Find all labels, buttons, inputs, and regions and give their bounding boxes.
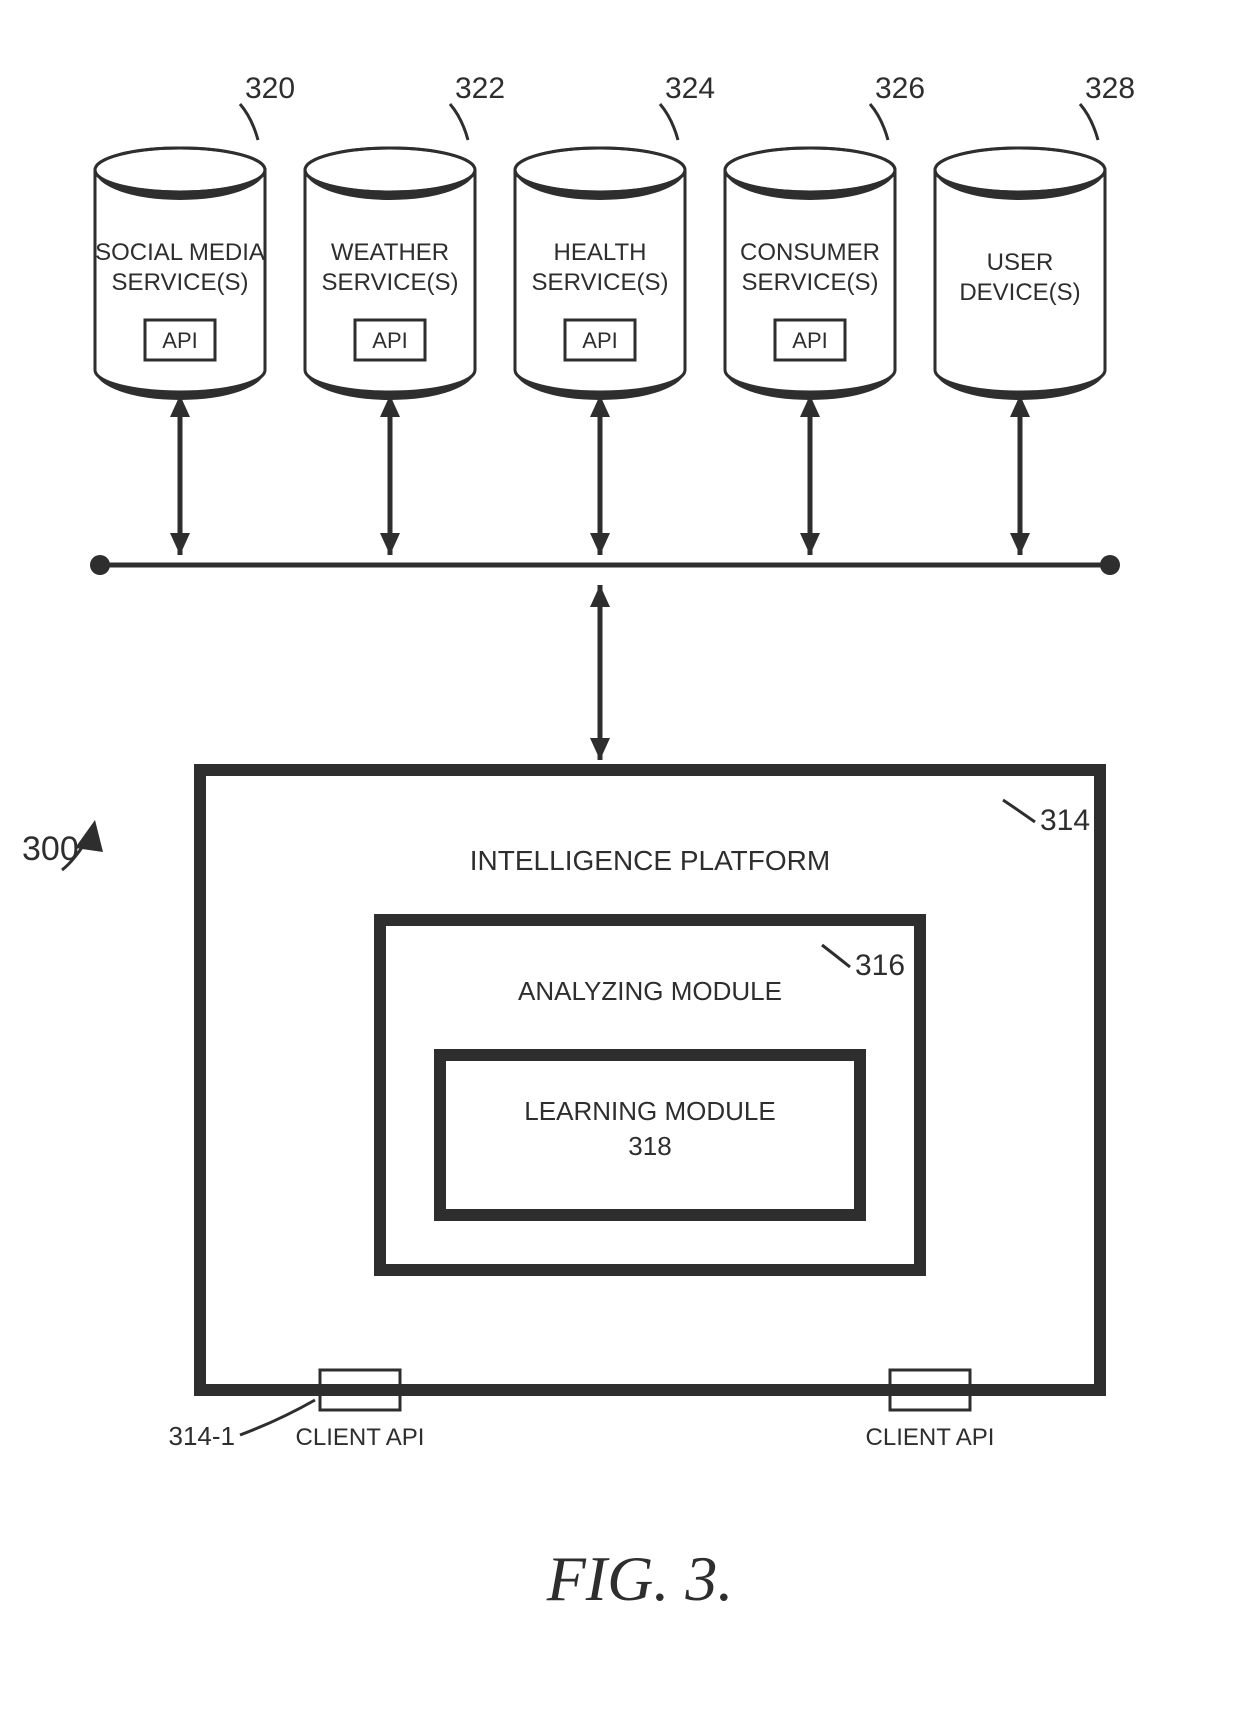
platform-ref: 314 <box>1040 804 1090 837</box>
intelligence-platform: 314 INTELLIGENCE PLATFORM 316 ANALYZING … <box>169 770 1101 1451</box>
source-weather: 322 WEATHER SERVICE(S) API <box>305 72 505 400</box>
ref-number: 326 <box>875 72 925 105</box>
api-label: API <box>162 328 197 353</box>
ref-number: 324 <box>665 72 715 105</box>
client-api-label: CLIENT API <box>296 1424 425 1451</box>
source-health: 324 HEALTH SERVICE(S) API <box>515 72 715 400</box>
analyzing-title: ANALYZING MODULE <box>518 976 782 1006</box>
platform-connector <box>590 585 610 760</box>
source-label-2: SERVICE(S) <box>112 269 249 296</box>
source-label-2: SERVICE(S) <box>322 269 459 296</box>
source-user-device: 328 USER DEVICE(S) <box>935 72 1135 400</box>
analyzing-module: 316 ANALYZING MODULE LEARNING MODULE 318 <box>380 920 920 1270</box>
source-label-2: DEVICE(S) <box>959 279 1080 306</box>
client-api-right: CLIENT API <box>866 1370 995 1451</box>
source-label-1: HEALTH <box>554 239 647 266</box>
source-label-1: WEATHER <box>331 239 449 266</box>
client-api-left: CLIENT API 314-1 <box>169 1370 425 1451</box>
figure-ref: 300 <box>22 820 103 870</box>
api-label: API <box>582 328 617 353</box>
bus <box>90 555 1120 575</box>
learning-module: LEARNING MODULE 318 <box>440 1055 860 1215</box>
source-label-1: SOCIAL MEDIA <box>95 239 265 266</box>
client-api-label: CLIENT API <box>866 1424 995 1451</box>
ref-number: 320 <box>245 72 295 105</box>
ref-number: 328 <box>1085 72 1135 105</box>
client-api-ref: 314-1 <box>169 1421 236 1451</box>
api-label: API <box>372 328 407 353</box>
analyzing-ref: 316 <box>855 949 905 982</box>
source-consumer: 326 CONSUMER SERVICE(S) API <box>725 72 925 400</box>
diagram-root: 300 320 SOCIAL MEDIA SERVICE(S) API 322 <box>0 0 1240 1710</box>
api-label: API <box>792 328 827 353</box>
learning-title: LEARNING MODULE <box>524 1096 775 1126</box>
learning-ref: 318 <box>628 1131 671 1161</box>
source-label-1: CONSUMER <box>740 239 880 266</box>
figure-caption: FIG. 3. <box>546 1543 734 1614</box>
source-label-2: SERVICE(S) <box>742 269 879 296</box>
source-label-2: SERVICE(S) <box>532 269 669 296</box>
platform-title: INTELLIGENCE PLATFORM <box>470 845 830 876</box>
source-connectors <box>170 395 1030 555</box>
source-social-media: 320 SOCIAL MEDIA SERVICE(S) API <box>95 72 295 400</box>
source-label-1: USER <box>987 249 1054 276</box>
ref-number: 322 <box>455 72 505 105</box>
